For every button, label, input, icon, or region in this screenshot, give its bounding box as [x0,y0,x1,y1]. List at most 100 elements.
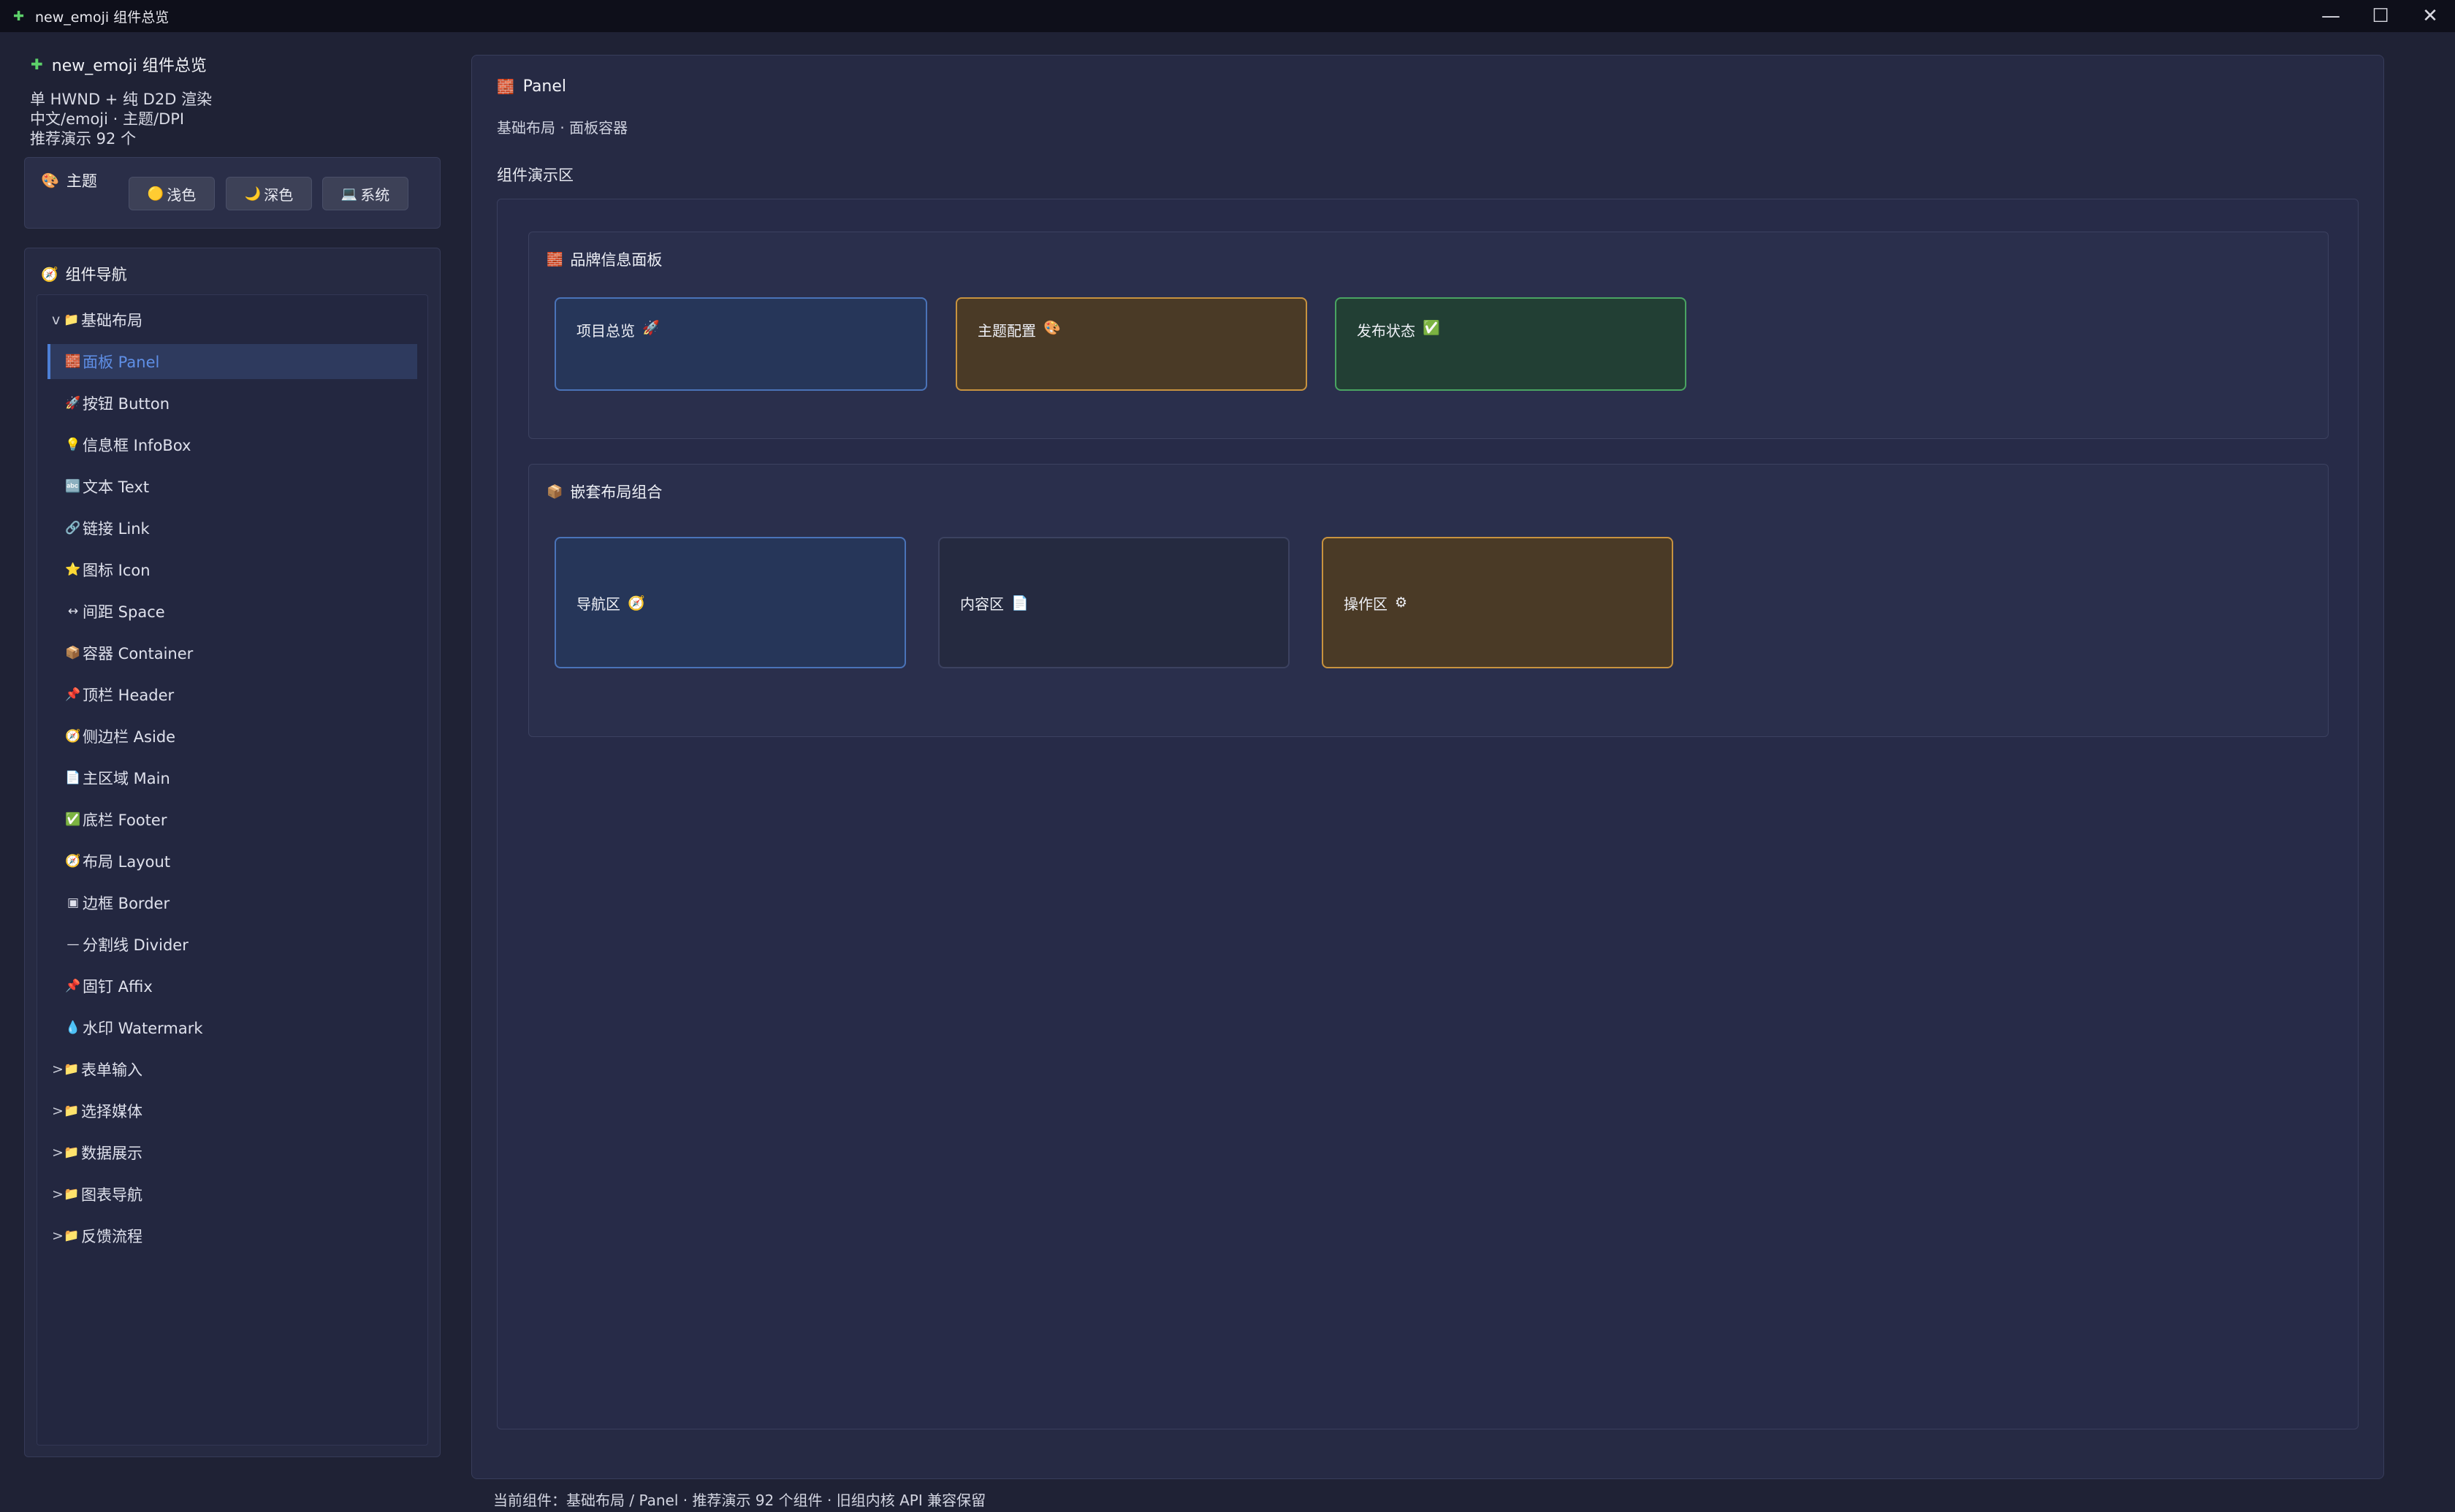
text-icon: 🔤 [65,479,81,494]
star-icon: ⭐ [65,562,81,577]
nav-item-text[interactable]: 🔤 文本 Text [47,469,417,504]
nav-item-affix[interactable]: 📌 固钉 Affix [47,969,417,1004]
nav-item-icon[interactable]: ⭐ 图标 Icon [47,552,417,587]
page-title: 🧱 Panel [497,77,566,96]
theme-dark-button[interactable]: 🌙 深色 [226,177,312,210]
brand-panel-title: 品牌信息面板 [570,251,663,269]
palette-icon: 🎨 [1043,320,1061,336]
demo-area-label: 组件演示区 [497,167,574,184]
page-subtitle: 基础布局 · 面板容器 [497,119,628,137]
card-theme-config[interactable]: 主题配置 🎨 [956,297,1307,391]
link-icon: 🔗 [65,521,81,535]
folder-icon: 📁 [64,1145,80,1160]
card-content-area[interactable]: 内容区 📄 [938,537,1290,668]
maximize-button[interactable]: ☐ [2356,0,2405,32]
nav-item-label: 面板 Panel [83,354,160,371]
nav-item-label: 按钮 Button [83,395,170,413]
maximize-icon: ☐ [2372,5,2389,27]
nav-group-select-media[interactable]: > 📁 选择媒体 [52,1093,422,1129]
nav-group-chart-nav[interactable]: > 📁 图表导航 [52,1177,422,1212]
nav-item-container[interactable]: 📦 容器 Container [47,635,417,671]
window-controls: — ☐ ✕ [2306,0,2455,32]
nested-layout-panel: 📦 嵌套布局组合 导航区 🧭 内容区 📄 操作区 ⚙ [528,464,2329,737]
document-icon: 📄 [1011,595,1029,611]
compass-icon: 🧭 [41,266,58,283]
nav-item-label: 图标 Icon [83,562,151,579]
nav-item-border[interactable]: ▣ 边框 Border [47,885,417,920]
nested-panel-header: 📦 嵌套布局组合 [547,481,662,503]
nav-group-form-input[interactable]: > 📁 表单输入 [52,1052,422,1087]
card-action-area[interactable]: 操作区 ⚙ [1322,537,1673,668]
nav-group-data-display[interactable]: > 📁 数据展示 [52,1135,422,1170]
close-icon: ✕ [2422,5,2438,27]
close-button[interactable]: ✕ [2405,0,2455,32]
theme-label-text: 主题 [66,172,97,190]
theme-system-button[interactable]: 💻 系统 [322,177,408,210]
minimize-button[interactable]: — [2306,0,2356,32]
nav-item-label: 水印 Watermark [83,1020,203,1037]
document-icon: 📄 [65,771,81,785]
nav-item-panel[interactable]: 🧱 面板 Panel [47,344,417,379]
square-icon: ▣ [66,896,80,910]
theme-dark-label: 深色 [264,186,294,204]
nav-item-footer[interactable]: ✅ 底栏 Footer [47,802,417,837]
brand-info-panel: 🧱 品牌信息面板 项目总览 🚀 主题配置 🎨 发布状态 ✅ [528,232,2329,439]
compass-icon: 🧭 [65,729,81,744]
card-project-overview[interactable]: 项目总览 🚀 [555,297,927,391]
folder-icon: 📁 [64,1187,80,1202]
nav-group-feedback-flow[interactable]: > 📁 反馈流程 [52,1218,422,1253]
card-label: 导航区 [576,595,620,613]
nav-item-space[interactable]: ↔ 间距 Space [47,594,417,629]
app-header: ✚ new_emoji 组件总览 [31,53,207,76]
box-icon: 📦 [547,484,563,500]
nav-item-header[interactable]: 📌 顶栏 Header [47,677,417,712]
nav-label-text: 组件导航 [65,266,127,283]
nav-group-label: 反馈流程 [81,1228,142,1245]
app-info-line: 中文/emoji · 主题/DPI [30,110,185,128]
nav-group-label: 数据展示 [81,1145,142,1162]
nav-group-label: 基础布局 [81,312,142,329]
nav-item-button[interactable]: 🚀 按钮 Button [47,386,417,421]
nav-item-link[interactable]: 🔗 链接 Link [47,511,417,546]
nav-tree: v 📁 基础布局 🧱 面板 Panel 🚀 按钮 Button 💡 信息框 In… [37,294,428,1446]
puzzle-icon: ✚ [13,8,25,24]
nav-item-label: 分割线 Divider [83,936,189,954]
check-icon: ✅ [1423,320,1440,336]
theme-label: 🎨 主题 [41,169,97,191]
theme-light-button[interactable]: 🟡 浅色 [129,177,215,210]
nav-item-label: 间距 Space [83,603,165,621]
lightbulb-icon: 💡 [65,438,81,452]
gear-icon: ⚙ [1395,595,1408,611]
nav-item-layout[interactable]: 🧭 布局 Layout [47,844,417,879]
nav-item-label: 信息框 InfoBox [83,437,191,454]
chevron-right-icon: > [52,1061,64,1077]
card-nav-area[interactable]: 导航区 🧭 [555,537,906,668]
nav-item-watermark[interactable]: 💧 水印 Watermark [47,1010,417,1045]
nav-group-label: 图表导航 [81,1186,142,1204]
nav-item-divider[interactable]: — 分割线 Divider [47,927,417,962]
nav-item-infobox[interactable]: 💡 信息框 InfoBox [47,427,417,462]
nav-item-main[interactable]: 📄 主区域 Main [47,760,417,795]
nav-item-label: 链接 Link [83,520,150,538]
chevron-right-icon: > [52,1186,64,1202]
folder-icon: 📁 [64,1229,80,1243]
card-release-status[interactable]: 发布状态 ✅ [1335,297,1686,391]
nav-item-label: 固钉 Affix [83,978,153,996]
check-icon: ✅ [65,812,81,827]
app-info-line: 推荐演示 92 个 [30,130,137,148]
arrows-horizontal-icon: ↔ [67,604,79,619]
sidebar: ✚ new_emoji 组件总览 单 HWND + 纯 D2D 渲染 中文/em… [0,32,453,1512]
chevron-right-icon: > [52,1228,64,1244]
brick-icon: 🧱 [497,79,514,95]
rocket-icon: 🚀 [642,320,660,336]
app-info: 单 HWND + 纯 D2D 渲染 中文/emoji · 主题/DPI 推荐演示… [30,90,212,149]
component-nav: 🧭 组件导航 v 📁 基础布局 🧱 面板 Panel 🚀 按钮 Button 💡… [24,248,441,1457]
nav-group-basic-layout[interactable]: v 📁 基础布局 [52,302,422,337]
chevron-down-icon: v [52,312,61,328]
moon-icon: 🌙 [244,186,262,202]
nav-item-aside[interactable]: 🧭 侧边栏 Aside [47,719,417,754]
nested-panel-title: 嵌套布局组合 [570,484,663,501]
theme-system-label: 系统 [360,186,390,204]
nav-item-label: 布局 Layout [83,853,171,871]
window-title: new_emoji 组件总览 [35,9,170,26]
